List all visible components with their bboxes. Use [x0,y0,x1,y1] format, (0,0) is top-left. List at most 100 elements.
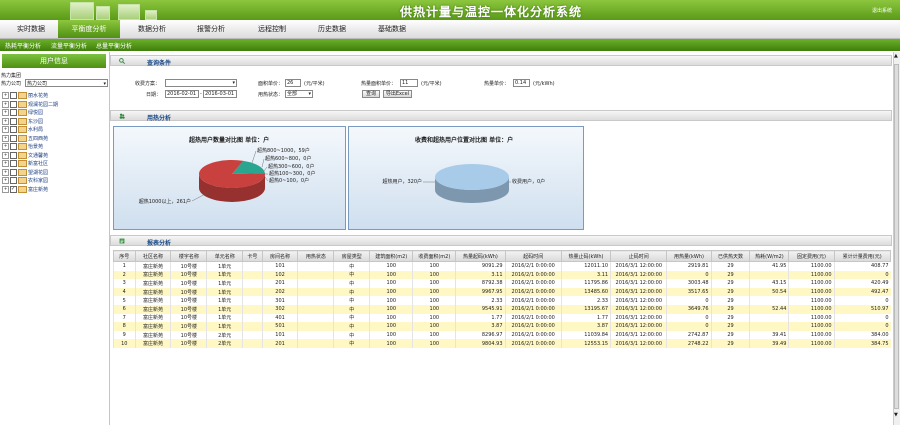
column-header: 止码时间 [610,250,668,262]
table-row[interactable]: 8 富庄新苑 10号楼 1单元 501 中 100 100 3.87 2016/2/1 0:00:… [113,322,891,331]
table-row[interactable]: 6 富庄新苑 10号楼 1单元 302 中 100 100 9545.91 2016/2/1 0:… [113,304,891,314]
tree-item[interactable]: + 水利局 [2,126,43,134]
table-row[interactable]: 10 富庄新苑 10号楼 2单元 201 中 100 100 9804.93 2016/2/1 0… [113,339,891,348]
sublink-total-balance[interactable]: 总量平衡分析 [96,41,132,50]
tab-data-analysis[interactable]: 数据分析 [121,20,183,38]
tree-checkbox[interactable] [10,168,17,176]
heat-area-price-input[interactable]: 11 [400,79,418,87]
table-cell: 2016/3/1 12:00:00 [610,287,667,297]
column-header: 累计计量费用(元) [833,250,892,262]
table-cell: 1100.00 [788,287,835,297]
expand-icon[interactable]: + [2,92,9,99]
table-cell: 中 [333,261,370,271]
table-cell: 39.41 [749,330,789,340]
date-to-input[interactable]: 2016-03-01 [203,90,237,98]
tree-item[interactable]: + ✓ 富庄新苑 [2,185,48,194]
tree-checkbox[interactable] [10,100,17,108]
expand-icon[interactable]: + [2,117,9,125]
tree-item[interactable]: + 新富社区 [2,160,48,168]
table-cell: 富庄新苑 [134,296,171,305]
tree-checkbox[interactable] [10,126,17,133]
table-row[interactable]: 3 富庄新苑 10号楼 1单元 201 中 100 100 8792.38 2016/2/1 0:… [113,279,891,288]
pie-slice [435,164,509,190]
company-select[interactable]: 热力公司 ▾ [25,79,108,87]
expand-icon[interactable]: + [2,185,9,193]
sublink-flow-balance[interactable]: 流量平衡分析 [51,41,87,50]
expand-icon[interactable]: + [2,151,9,159]
tab-balance-analysis[interactable]: 平衡度分析 [58,20,120,38]
table-cell: 2016/3/1 12:00:00 [610,304,667,314]
date-from-input[interactable]: 2016-02-01 [165,90,199,98]
exit-link[interactable]: 退出系统 [872,7,892,14]
scroll-up-icon[interactable]: ▲ [894,53,898,59]
heat-status-select[interactable]: 全部 ▾ [285,90,313,98]
tree-checkbox[interactable] [10,134,17,142]
tree-checkbox[interactable] [10,151,17,159]
pie-label: 超热100~300，0户 [269,170,315,177]
table-cell: 富庄新苑 [134,304,171,314]
table-cell: 2919.81 [666,261,712,271]
tab-history[interactable]: 历史数据 [301,20,363,38]
tab-realtime[interactable]: 实时数据 [0,20,62,38]
table-row[interactable]: 7 富庄新苑 10号楼 1单元 401 中 100 100 1.77 2016/2/1 0:00:… [113,313,891,323]
expand-icon[interactable]: + [2,100,9,108]
expand-icon[interactable]: + [2,134,9,142]
table-cell: 2016/3/1 12:00:00 [610,339,667,348]
tree-item[interactable]: + 农科家园 [2,177,48,185]
column-header: 房间名称 [261,250,299,262]
table-cell: 12553.15 [560,339,611,348]
scroll-down-icon[interactable]: ▼ [894,412,898,418]
table-cell [749,322,789,331]
table-cell: 10号楼 [170,304,207,314]
tree-checkbox[interactable] [10,92,17,99]
table-cell: 中 [333,313,370,323]
table-row[interactable]: 5 富庄新苑 10号楼 1单元 301 中 100 100 2.33 2016/2/1 0:00:… [113,296,891,305]
charge-plan-select[interactable]: ▾ [165,79,237,87]
expand-icon[interactable]: + [2,109,9,116]
tree-item[interactable]: + 观澜花园二期 [2,100,58,109]
tab-remote-control[interactable]: 远程控制 [241,20,303,38]
expand-icon[interactable]: + [2,160,9,167]
table-cell: 100 [412,322,456,331]
pie-label: 超热用户，320户 [382,178,422,185]
tree-item[interactable]: + 怡景苑 [2,143,43,151]
search-button[interactable]: 查询 [362,90,380,98]
sublink-heat-balance[interactable]: 热耗平衡分析 [5,41,41,50]
tree-checkbox[interactable] [10,109,17,116]
table-row[interactable]: 1 富庄新苑 10号楼 1单元 101 中 100 100 9091.29 2016/2/1 0:… [113,261,891,271]
tree-checkbox[interactable] [10,117,17,125]
export-excel-button[interactable]: 导出Excel [383,90,412,98]
area-price-input[interactable]: 26 [285,79,301,87]
table-cell: 201 [261,279,298,288]
tab-base-data[interactable]: 基础数据 [361,20,423,38]
table-cell: 10号楼 [170,296,207,305]
table-cell: 100 [412,287,456,297]
tree-item[interactable]: + 丽水花苑 [2,92,48,100]
tree-checkbox-checked[interactable]: ✓ [10,185,17,193]
expand-icon[interactable]: + [2,168,9,176]
date-label: 日期： [146,92,162,98]
expand-icon[interactable]: + [2,143,9,150]
table-cell: 43.15 [749,279,789,288]
expand-icon[interactable]: + [2,177,9,184]
scrollbar-thumb[interactable] [894,64,899,409]
table-cell: 9967.95 [455,287,506,297]
tree-item[interactable]: + 五四西苑 [2,134,48,143]
tree-item[interactable]: + 绿悦园 [2,109,43,117]
table-row[interactable]: 2 富庄新苑 10号楼 1单元 102 中 100 100 3.11 2016/2/1 0:00:… [113,270,891,280]
heat-price-input[interactable]: 0.14 [513,79,530,87]
users-icon [119,113,125,119]
column-header: 用热状态 [297,250,335,262]
table-row[interactable]: 9 富庄新苑 10号楼 2单元 101 中 100 100 8296.97 2016/2/1 0:… [113,330,891,340]
tree-item[interactable]: + 东沙园 [2,117,43,126]
tree-item[interactable]: + 望湖花园 [2,168,48,177]
tab-alarm-analysis[interactable]: 报警分析 [180,20,242,38]
table-cell: 2016/2/1 0:00:00 [504,261,562,271]
tree-checkbox[interactable] [10,143,17,150]
tree-checkbox[interactable] [10,160,17,167]
tree-checkbox[interactable] [10,177,17,184]
expand-icon[interactable]: + [2,126,9,133]
table-cell: 10号楼 [170,287,207,297]
table-row[interactable]: 4 富庄新苑 10号楼 1单元 202 中 100 100 9967.95 2016/2/1 0:… [113,287,891,297]
tree-item[interactable]: + 文通馨苑 [2,151,48,160]
